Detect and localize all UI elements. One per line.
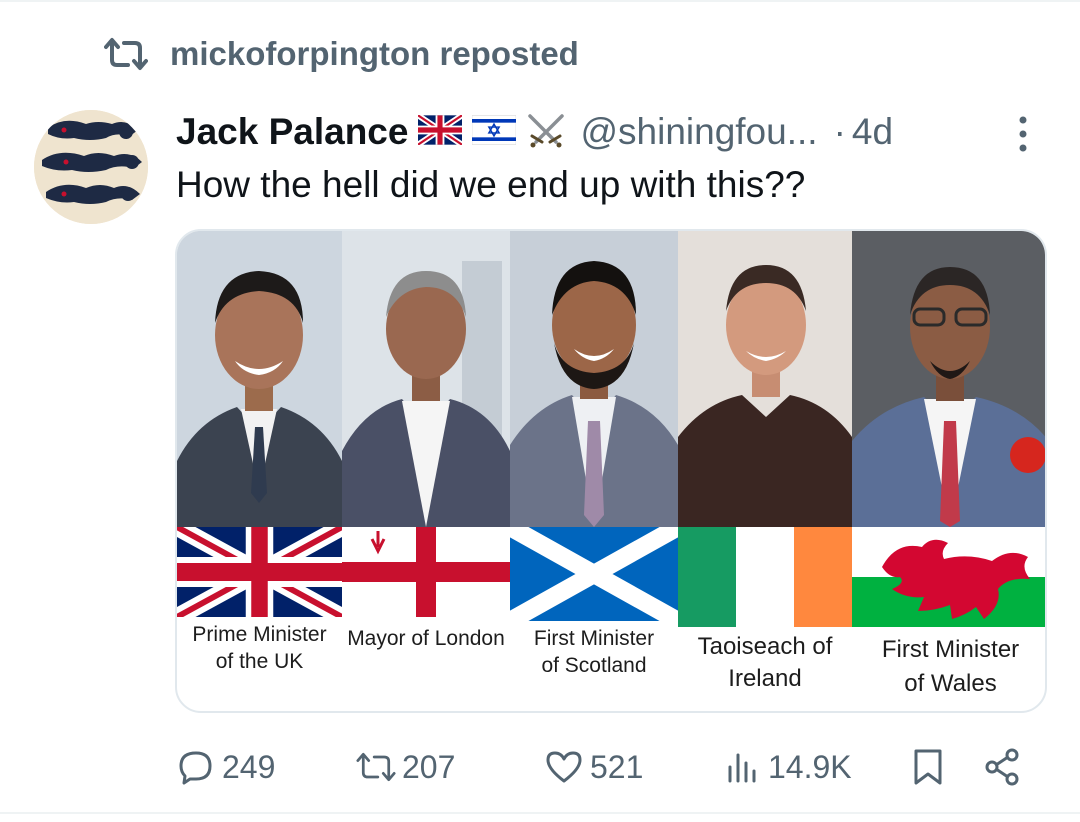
caption-1-line1: Prime Minister: [192, 623, 327, 646]
views-button[interactable]: 14.9K: [722, 740, 852, 794]
caption-5: First Minister of Wales: [852, 633, 1045, 701]
city-of-london-flag: [342, 527, 510, 617]
share-icon: [985, 748, 1019, 786]
ireland-flag: [678, 527, 852, 627]
share-button[interactable]: [982, 740, 1022, 794]
tweet-image[interactable]: Prime Minister of the UK Mayor of London…: [175, 229, 1047, 713]
more-options-icon[interactable]: [1010, 112, 1036, 156]
union-jack-flag: [177, 527, 342, 617]
repost-button[interactable]: 207: [356, 740, 455, 794]
three-lions-avatar-icon: [34, 110, 148, 224]
like-button[interactable]: 521: [544, 740, 643, 794]
caption-2-line1: Mayor of London: [347, 627, 505, 650]
view-count: 14.9K: [768, 748, 852, 785]
bottom-divider: [0, 812, 1080, 814]
heart-icon: [546, 751, 582, 783]
like-count: 521: [590, 748, 644, 785]
repost-label: mickoforpington reposted: [170, 35, 579, 72]
author-name[interactable]: Jack Palance: [176, 111, 408, 153]
repost-count: 207: [402, 748, 456, 785]
caption-1-line2: of the UK: [215, 650, 304, 673]
uk-flag-emoji-icon: [416, 112, 465, 150]
caption-4: Taoiseach of Ireland: [678, 631, 852, 695]
caption-5-line1: First Minister: [881, 636, 1020, 663]
portrait-2: [342, 231, 510, 527]
wales-dragon-flag: [852, 527, 1045, 627]
saltire-flag: [510, 527, 678, 621]
caption-3-line1: First Minister: [533, 627, 655, 650]
timestamp[interactable]: 4d: [852, 111, 893, 153]
repost-icon: [104, 38, 148, 70]
portrait-5: [852, 231, 1045, 527]
caption-4-line1: Taoiseach of: [697, 633, 833, 660]
israel-flag-emoji-icon: [472, 114, 517, 150]
avatar[interactable]: [34, 110, 148, 224]
reply-count: 249: [222, 748, 276, 785]
repost-action-icon: [356, 752, 396, 782]
caption-3-line2: of Scotland: [541, 654, 647, 677]
tweet-header: Jack Palance @shiningfou... · 4d: [176, 104, 1036, 160]
reply-button[interactable]: 249: [176, 740, 275, 794]
caption-3: First Minister of Scotland: [510, 625, 678, 679]
caption-1: Prime Minister of the UK: [177, 621, 342, 675]
action-bar: 249 207 521 14.9K: [176, 740, 1036, 794]
portrait-4: [678, 231, 852, 527]
repost-header[interactable]: mickoforpington reposted: [104, 34, 579, 74]
author-handle[interactable]: @shiningfou...: [580, 111, 817, 153]
portrait-3: [510, 231, 678, 527]
reply-icon: [179, 751, 212, 785]
views-chart-icon: [728, 753, 756, 783]
tweet-text: How the hell did we end up with this??: [176, 164, 806, 205]
caption-5-line2: of Wales: [904, 670, 997, 697]
portrait-1: [177, 231, 342, 527]
caption-2: Mayor of London: [342, 625, 510, 652]
crossed-swords-emoji-icon: [526, 112, 566, 153]
caption-4-line2: Ireland: [728, 665, 802, 692]
bookmark-button[interactable]: [908, 740, 948, 794]
bookmark-icon: [914, 749, 942, 785]
separator-dot: ·: [833, 111, 846, 152]
top-divider: [0, 0, 1080, 2]
